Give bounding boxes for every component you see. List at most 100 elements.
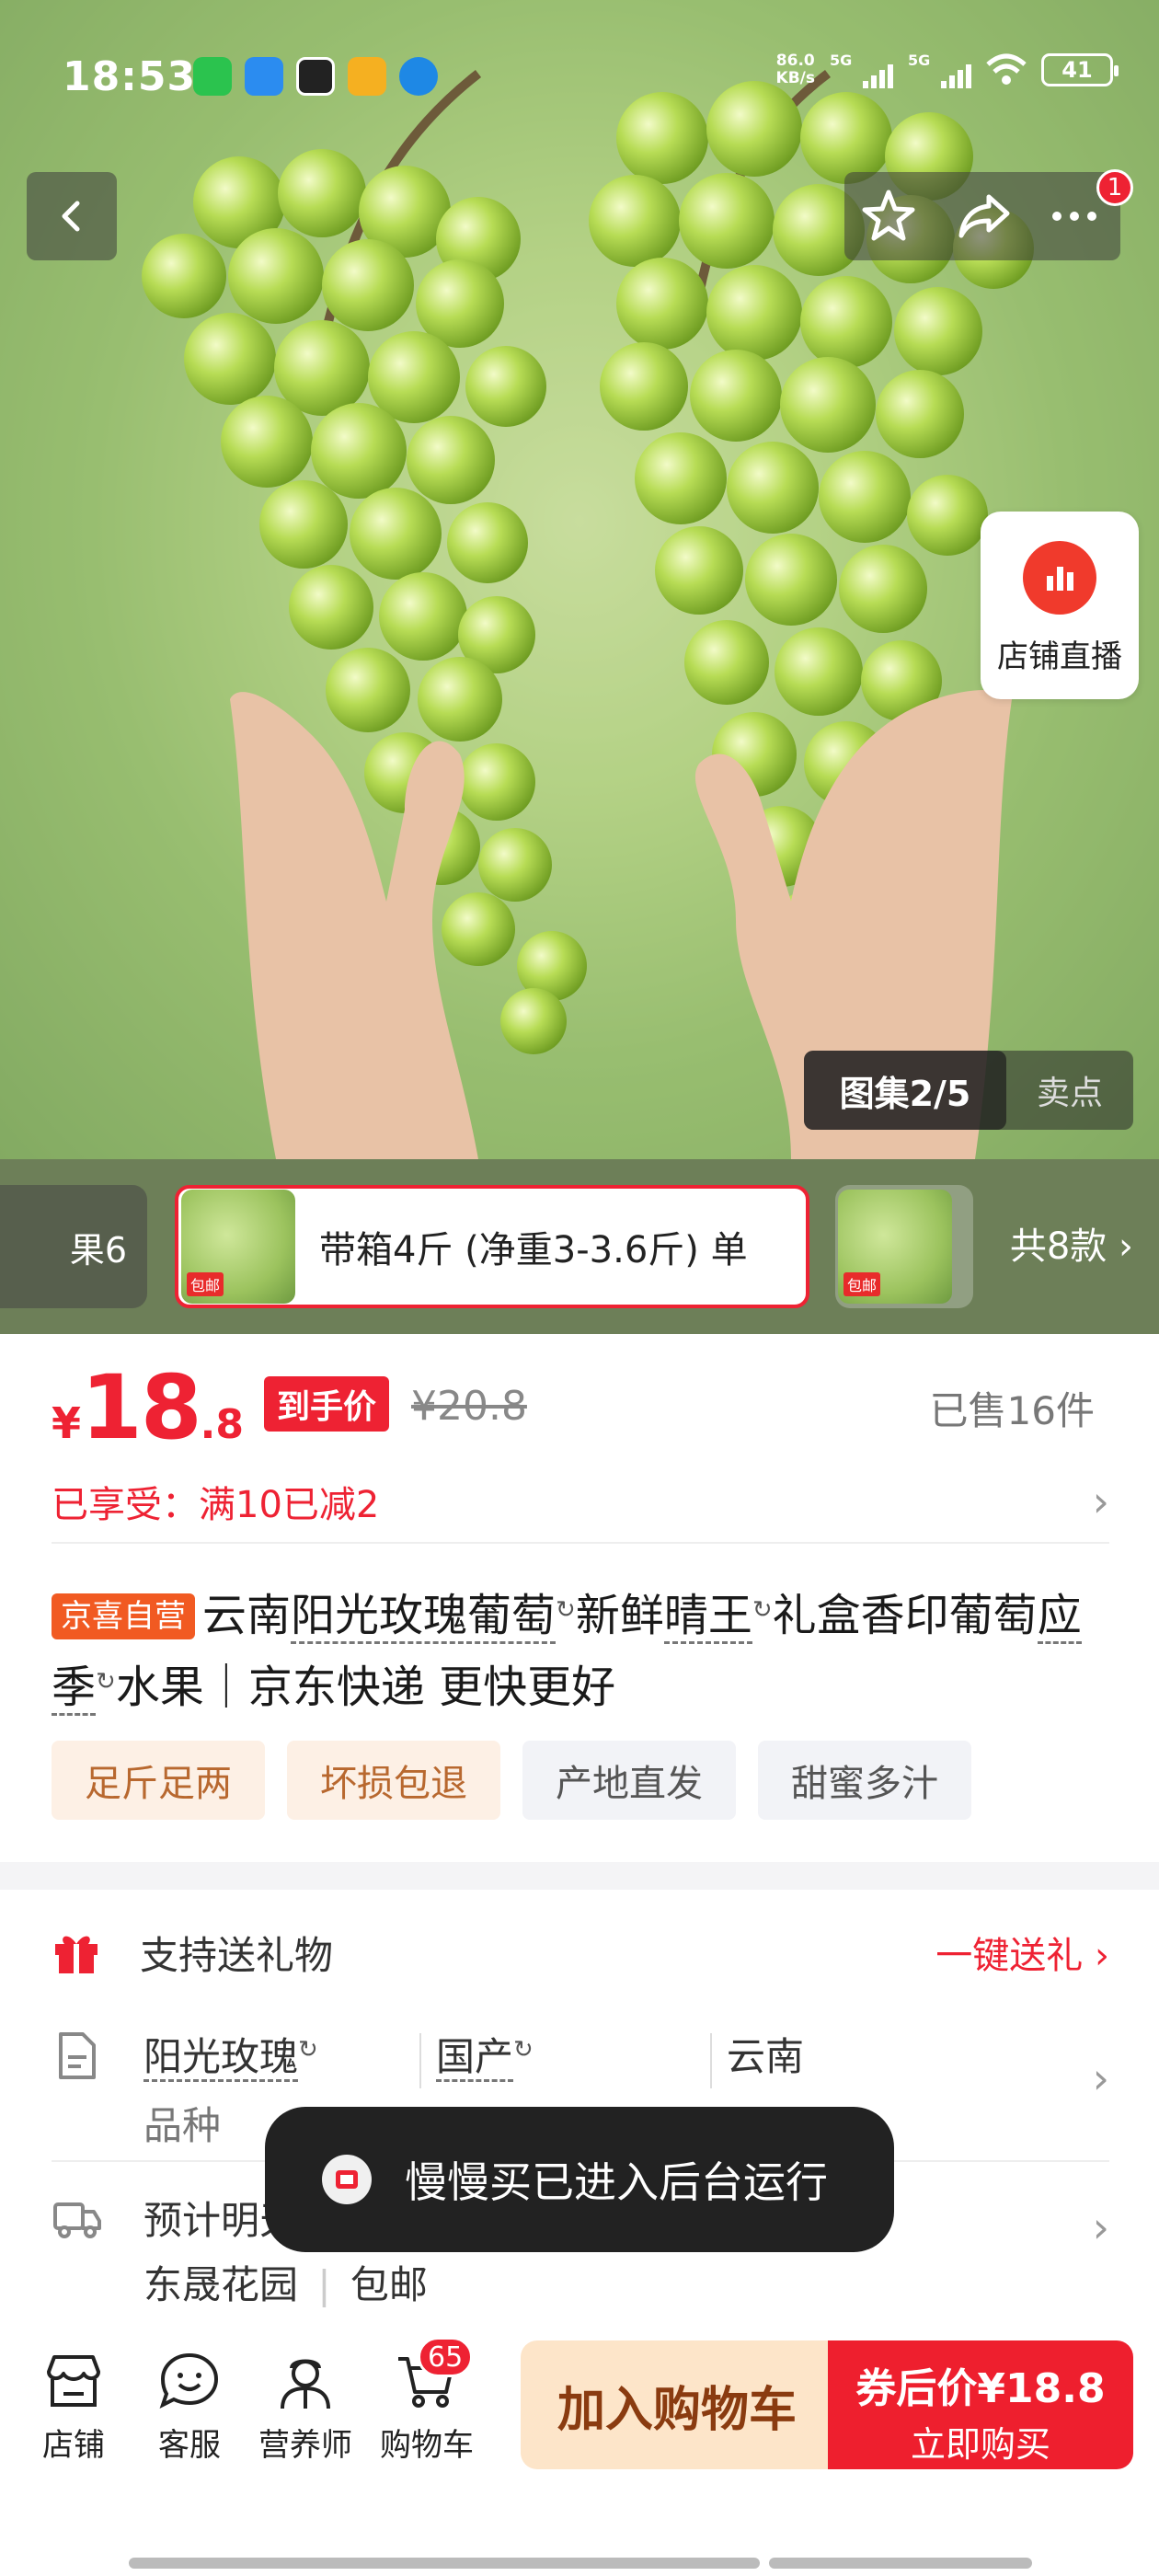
- store-icon: [47, 2355, 100, 2407]
- search-link-icon: ↻: [556, 1596, 576, 1624]
- title-text: 礼盒香印葡: [772, 1590, 993, 1641]
- sold-count: 已售16件: [929, 1388, 1095, 1433]
- variant-option-selected[interactable]: 包邮 带箱4斤 (净重3-3.6斤) 单: [175, 1185, 809, 1308]
- back-button[interactable]: [27, 172, 117, 260]
- variant-option[interactable]: 包邮: [835, 1185, 973, 1308]
- chevron-right-icon: ›: [1092, 2202, 1109, 2252]
- chat-smile-icon: [159, 2352, 219, 2409]
- more-dots-icon: [1052, 212, 1096, 221]
- promo-text: 已享受：满10已减2: [52, 1484, 380, 1526]
- chevron-left-icon: [62, 201, 80, 232]
- nav-nutritionist[interactable]: 营养师: [241, 2342, 370, 2465]
- spec-origin: 国产↻: [436, 2026, 534, 2082]
- gesture-bar: [769, 2558, 1032, 2569]
- truck-icon: [53, 2202, 101, 2238]
- buy-now-label: 立即购买: [910, 2424, 1050, 2465]
- buy-now-button[interactable]: 券后价¥18.8 立即购买: [828, 2340, 1133, 2469]
- send-gift-link[interactable]: 一键送礼 ›: [935, 1926, 1109, 1979]
- variant-selector: 果6 包邮 带箱4斤 (净重3-3.6斤) 单 包邮 共8款 ›: [0, 1159, 1159, 1334]
- signal-type-label: 5G: [908, 52, 931, 69]
- title-keyword-link[interactable]: 晴王: [663, 1590, 752, 1644]
- store-live-button[interactable]: 店铺直播: [981, 512, 1139, 699]
- store-live-label: 店铺直播: [997, 638, 1122, 675]
- delivery-address: 东晟花园 | 包邮: [143, 2254, 428, 2310]
- feature-tag[interactable]: 坏损包退: [287, 1741, 500, 1820]
- final-price: ¥ 18 .8: [52, 1356, 244, 1459]
- nav-customer-service[interactable]: 客服: [125, 2342, 254, 2465]
- chevron-right-icon: ›: [1092, 1477, 1109, 1526]
- gesture-bar: [399, 2558, 760, 2569]
- currency-symbol: ¥: [52, 1398, 82, 1448]
- title-text: 萄: [993, 1590, 1038, 1641]
- promo-row[interactable]: 已享受：满10已减2 ›: [52, 1461, 1109, 1544]
- delivery-location: 东晟花园: [143, 2262, 299, 2307]
- spec-separator: [419, 2033, 421, 2088]
- price-row: ¥ 18 .8 到手价 ¥20.8 已售16件: [52, 1356, 1109, 1459]
- thumbnail-tag: 包邮: [843, 1272, 881, 1296]
- favorite-button[interactable]: [855, 183, 922, 249]
- status-indicators: 86.0 KB/s 5G 5G 41: [775, 52, 1119, 88]
- sell-point-tab[interactable]: 卖点: [1006, 1066, 1133, 1114]
- search-link-icon: ↻: [298, 2036, 318, 2064]
- title-keyword-link[interactable]: 阳光玫瑰葡萄: [291, 1590, 557, 1644]
- gift-label: 支持送礼物: [140, 1932, 334, 1978]
- search-link-icon: ↻: [752, 1596, 773, 1624]
- product-title: 京喜自营 云南阳光玫瑰葡萄↻新鲜晴王↻礼盒香印葡萄应季↻水果｜京东快递 更快更好: [52, 1577, 1109, 1720]
- spec-value: 云南: [727, 2034, 805, 2079]
- thumbnail-tag: 包邮: [187, 1272, 224, 1296]
- share-button[interactable]: [951, 183, 1017, 249]
- variant-thumbnail: 包邮: [838, 1190, 952, 1304]
- signal-icon: 5G: [908, 52, 971, 88]
- nav-store-label: 店铺: [42, 2427, 105, 2464]
- battery-icon: 41: [1041, 53, 1119, 86]
- app-notification-icon: [296, 57, 335, 96]
- signal-type-label: 5G: [830, 52, 853, 69]
- nav-cart-label: 购物车: [380, 2427, 474, 2464]
- feature-tag[interactable]: 足斤足两: [52, 1741, 265, 1820]
- share-icon: [958, 194, 1010, 238]
- app-notification-icon: [348, 57, 386, 96]
- original-price: ¥20.8: [410, 1383, 527, 1430]
- notification-badge: 1: [1096, 169, 1133, 206]
- product-image-carousel[interactable]: 18:53 86.0 KB/s 5G 5G 41 1 店铺直播 图集2/5 卖点: [0, 0, 1159, 1159]
- nav-store[interactable]: 店铺: [9, 2342, 138, 2465]
- variant-label: 带箱4斤 (净重3-3.6斤) 单: [319, 1229, 748, 1271]
- separator: |: [317, 2262, 331, 2307]
- price-integer: 18: [81, 1356, 202, 1459]
- variant-label: 果6: [69, 1229, 127, 1271]
- nutritionist-icon: [281, 2359, 330, 2409]
- status-time: 18:53: [63, 53, 197, 100]
- network-speed-unit: KB/s: [775, 69, 815, 87]
- spec-province: 云南: [727, 2026, 804, 2082]
- self-operated-badge: 京喜自营: [52, 1593, 195, 1639]
- add-to-cart-button[interactable]: 加入购物车: [521, 2340, 833, 2469]
- app-notification-icon: [245, 57, 283, 96]
- browser-icon: [399, 57, 438, 96]
- chevron-right-icon: ›: [1092, 2053, 1109, 2103]
- gift-row[interactable]: 支持送礼物 一键送礼 ›: [52, 1906, 1109, 1998]
- variant-total-link[interactable]: 共8款 ›: [1010, 1216, 1133, 1270]
- nav-service-label: 客服: [158, 2427, 221, 2464]
- gallery-switcher: 图集2/5 卖点: [804, 1051, 1133, 1130]
- variant-option[interactable]: 果6: [0, 1185, 147, 1308]
- gallery-tab[interactable]: 图集2/5: [804, 1051, 1006, 1130]
- product-detail-page: { "status_bar": {"time": "18:53", "net_s…: [0, 0, 1159, 2576]
- signal-icon: 5G: [830, 52, 893, 88]
- wifi-icon: [986, 53, 1027, 85]
- toast-text: 慢慢买已进入后台运行: [405, 2157, 828, 2207]
- gift-icon: [55, 1936, 98, 1973]
- nav-cart[interactable]: 65 购物车: [362, 2337, 491, 2465]
- feature-tag[interactable]: 产地直发: [522, 1741, 736, 1820]
- feature-tag[interactable]: 甜蜜多汁: [758, 1741, 971, 1820]
- document-icon: [59, 2032, 96, 2079]
- price-decimal: .8: [200, 1401, 244, 1448]
- battery-level: 41: [1061, 57, 1093, 83]
- spec-separator: [710, 2033, 712, 2088]
- feature-tags: 足斤足两 坏损包退 产地直发 甜蜜多汁: [52, 1741, 971, 1820]
- spec-value[interactable]: 阳光玫瑰: [143, 2034, 299, 2082]
- variant-thumbnail: 包邮: [181, 1190, 295, 1304]
- app-logo-icon: [322, 2155, 372, 2204]
- status-bar: 18:53 86.0 KB/s 5G 5G 41: [0, 0, 1159, 156]
- cart-count-badge: 65: [418, 2337, 474, 2377]
- spec-value[interactable]: 国产: [436, 2034, 514, 2082]
